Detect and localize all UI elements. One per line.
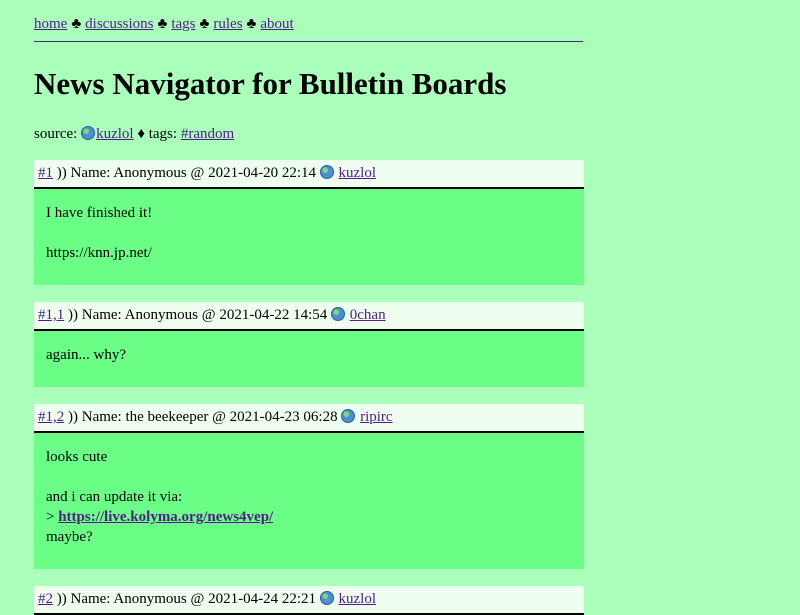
post-line: looks cute [46, 449, 108, 465]
post: #1 )) Name: Anonymous @ 2021-04-20 22:14… [34, 160, 584, 285]
post-author: Anonymous [113, 165, 187, 181]
globe-icon [341, 409, 356, 423]
post-datetime: 2021-04-20 22:14 [208, 165, 317, 181]
quote-marker: > [46, 509, 55, 525]
post-name-label: )) Name: [56, 591, 111, 607]
post-line: https://knn.jp.net/ [46, 245, 152, 261]
post-body: again... why? [34, 331, 584, 387]
post-site-link[interactable]: ripirc [360, 409, 392, 425]
post-number-link[interactable]: #1,1 [38, 307, 64, 323]
post-datetime: 2021-04-22 14:54 [219, 307, 328, 323]
nav-home-link[interactable]: home [34, 16, 67, 32]
post-at: @ [190, 591, 205, 607]
post-quote-line: > https://live.kolyma.org/news4vep/ [46, 507, 572, 527]
nav-separator: ♣ [199, 16, 210, 32]
post: #2 )) Name: Anonymous @ 2021-04-24 22:21… [34, 586, 584, 615]
post: #1,2 )) Name: the beekeeper @ 2021-04-23… [34, 404, 584, 569]
nav-rules-link[interactable]: rules [213, 16, 242, 32]
post-at: @ [201, 307, 216, 323]
globe-icon [319, 165, 334, 179]
source-site-link[interactable]: kuzlol [96, 126, 134, 142]
post-line: I have finished it! [46, 205, 153, 221]
source-label: source: [34, 126, 78, 142]
source-line: source: kuzlol ♦ tags: #random [34, 125, 234, 143]
post-header: #1 )) Name: Anonymous @ 2021-04-20 22:14… [34, 160, 584, 189]
post-at: @ [212, 409, 226, 425]
quoted-link[interactable]: https://live.kolyma.org/news4vep/ [58, 509, 273, 525]
tags-separator: ♦ [137, 126, 145, 142]
post-line [46, 467, 572, 487]
post-name-label: )) Name: [68, 409, 122, 425]
post-name-label: )) Name: [68, 307, 122, 323]
post-number-link[interactable]: #1,2 [38, 409, 64, 425]
post-line: maybe? [46, 529, 93, 545]
post: #1,1 )) Name: Anonymous @ 2021-04-22 14:… [34, 302, 584, 387]
post-name-label: )) Name: [56, 165, 111, 181]
top-nav: home ♣ discussions ♣ tags ♣ rules ♣ about [34, 15, 294, 33]
post-body: looks cute and i can update it via: > ht… [34, 433, 584, 569]
tags-label: tags: [148, 126, 178, 142]
post-header: #1,1 )) Name: Anonymous @ 2021-04-22 14:… [34, 302, 584, 331]
post-datetime: 2021-04-24 22:21 [208, 591, 317, 607]
post-header: #1,2 )) Name: the beekeeper @ 2021-04-23… [34, 404, 584, 433]
post-line [46, 223, 572, 243]
tag-link[interactable]: #random [181, 126, 234, 142]
globe-icon [331, 307, 346, 321]
post-body: I have finished it! https://knn.jp.net/ [34, 189, 584, 285]
nav-discussions-link[interactable]: discussions [85, 16, 153, 32]
nav-about-link[interactable]: about [260, 16, 293, 32]
post-site-link[interactable]: 0chan [350, 307, 386, 323]
post-line: and i can update it via: [46, 489, 183, 505]
post-number-link[interactable]: #1 [38, 165, 53, 181]
page-title: News Navigator for Bulletin Boards [34, 66, 507, 101]
post-number-link[interactable]: #2 [38, 591, 53, 607]
post-line: again... why? [46, 347, 126, 363]
post-header: #2 )) Name: Anonymous @ 2021-04-24 22:21… [34, 586, 584, 615]
nav-separator: ♣ [246, 16, 257, 32]
nav-separator: ♣ [71, 16, 82, 32]
post-author: Anonymous [124, 307, 199, 323]
globe-icon [81, 126, 96, 140]
post-site-link[interactable]: kuzlol [339, 165, 377, 181]
post-author: the beekeeper [125, 409, 209, 425]
post-datetime: 2021-04-23 06:28 [229, 409, 338, 425]
post-at: @ [190, 165, 205, 181]
globe-icon [319, 591, 334, 605]
nav-divider [34, 41, 583, 42]
nav-tags-link[interactable]: tags [171, 16, 195, 32]
post-site-link[interactable]: kuzlol [339, 591, 377, 607]
post-author: Anonymous [113, 591, 187, 607]
nav-separator: ♣ [157, 16, 168, 32]
